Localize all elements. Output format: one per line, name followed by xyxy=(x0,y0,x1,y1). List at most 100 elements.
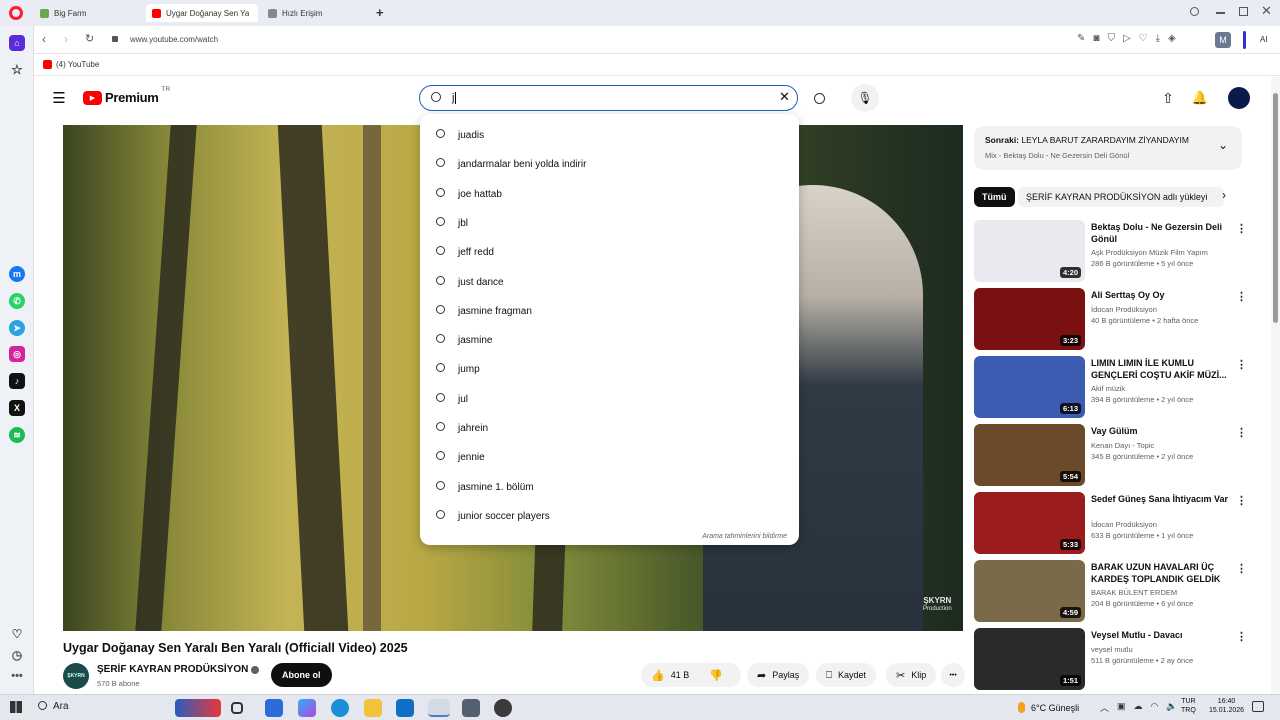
close-window-button[interactable]: ✕ xyxy=(1261,3,1272,19)
hamburger-menu-icon[interactable]: ☰ xyxy=(47,86,71,110)
upload-icon[interactable]: ⇧ xyxy=(1156,86,1180,110)
more-icon[interactable]: ••• xyxy=(9,668,25,684)
weather-widget[interactable]: 6°C Güneşli xyxy=(1018,702,1079,713)
youtube-logo[interactable]: ▶ Premium TR xyxy=(83,86,170,105)
news-widget-icon[interactable] xyxy=(175,699,221,717)
notification-center-icon[interactable] xyxy=(1252,701,1264,712)
search-suggestion[interactable]: jahrein xyxy=(420,414,799,443)
download-icon[interactable]: ⤓ xyxy=(1156,33,1160,44)
search-suggestion[interactable]: jasmine xyxy=(420,326,799,355)
more-options-icon[interactable]: ⋮ xyxy=(1236,630,1247,643)
bookmark-youtube[interactable]: (4) YouTube xyxy=(43,60,99,69)
opera-logo-icon[interactable] xyxy=(9,6,23,20)
telegram-icon[interactable]: ➤ xyxy=(9,320,25,336)
video-thumbnail[interactable]: 4:20 xyxy=(974,220,1085,282)
clip-button[interactable]: ✂ Klip xyxy=(886,663,937,687)
clear-search-icon[interactable]: ✕ xyxy=(779,89,790,105)
page-scrollbar[interactable] xyxy=(1271,77,1280,694)
search-suggestion[interactable]: jasmine 1. bölüm xyxy=(420,473,799,502)
recommendation-item[interactable]: 5:54 Vay Gülüm Kenan Dayı - Topic 345 B gör… xyxy=(974,424,1254,488)
app-icon[interactable] xyxy=(462,699,480,717)
clock[interactable]: 16:40 15.01.2026 xyxy=(1209,697,1244,715)
chevron-down-icon[interactable]: ⌄ xyxy=(1218,138,1228,152)
edit-icon[interactable]: ✎ xyxy=(1077,33,1085,44)
more-options-icon[interactable]: ⋮ xyxy=(1236,222,1247,235)
report-predictions-link[interactable]: Arama tahminlerini bildirme xyxy=(702,533,787,540)
chevron-right-icon[interactable]: › xyxy=(1222,188,1226,202)
tab-big-farm[interactable]: Big Farm xyxy=(34,4,142,22)
store-icon[interactable] xyxy=(265,699,283,717)
x-icon[interactable]: X xyxy=(9,400,25,416)
spotify-icon[interactable]: ≋ xyxy=(9,427,25,443)
language-indicator[interactable]: TUR TRQ xyxy=(1181,697,1196,715)
copilot-icon[interactable] xyxy=(298,699,316,717)
ai-button[interactable]: AI xyxy=(1260,35,1268,44)
search-suggestion[interactable]: jump xyxy=(420,355,799,384)
maximize-button[interactable] xyxy=(1239,7,1248,16)
back-icon[interactable]: ‹ xyxy=(42,32,46,46)
tray-cloud-icon[interactable]: ☁ xyxy=(1134,701,1143,714)
video-thumbnail[interactable]: 5:33 xyxy=(974,492,1085,554)
messenger-icon[interactable]: m xyxy=(9,266,25,282)
recommendation-item[interactable]: 1:51 Veysel Mutlu - Davacı veysel mutlu 511… xyxy=(974,628,1254,692)
extension-icon[interactable]: ◈ xyxy=(1168,33,1176,44)
reload-icon[interactable]: ↻ xyxy=(85,32,94,45)
opera-taskbar-icon[interactable] xyxy=(428,699,450,717)
volume-icon[interactable]: 🔈 xyxy=(1166,701,1177,714)
history-icon[interactable]: ◷ xyxy=(9,647,25,663)
channel-name[interactable]: ŞERİF KAYRAN PRODÜKSİYON xyxy=(97,664,260,675)
profile-avatar[interactable]: M xyxy=(1215,32,1231,48)
home-icon[interactable]: ⌂ xyxy=(9,35,25,51)
star-icon[interactable]: ☆ xyxy=(9,62,25,78)
tray-app-icon[interactable]: ▣ xyxy=(1117,701,1126,714)
search-suggestion[interactable]: just dance xyxy=(420,268,799,297)
search-suggestion[interactable]: jbl xyxy=(420,209,799,238)
account-avatar[interactable] xyxy=(1228,87,1250,109)
dislike-button[interactable]: 👎 xyxy=(709,669,723,682)
scrollbar-thumb[interactable] xyxy=(1273,93,1278,323)
play-icon[interactable]: ▷ xyxy=(1123,33,1131,44)
video-thumbnail[interactable]: 6:13 xyxy=(974,356,1085,418)
instagram-icon[interactable]: ◎ xyxy=(9,346,25,362)
whatsapp-icon[interactable]: ✆ xyxy=(9,293,25,309)
heart-outline-icon[interactable]: ♡ xyxy=(1139,33,1148,44)
notifications-bell-icon[interactable]: 🔔 xyxy=(1188,86,1212,110)
recommendation-item[interactable]: 4:20 Bektaş Dolu - Ne Gezersin Deli Gönül… xyxy=(974,220,1254,284)
search-suggestion[interactable]: joe hattab xyxy=(420,180,799,209)
more-options-icon[interactable]: ⋮ xyxy=(1236,426,1247,439)
search-box[interactable]: j ✕ xyxy=(419,85,798,111)
tab-hizli-erisim[interactable]: Hızlı Erişim xyxy=(262,4,362,22)
video-thumbnail[interactable]: 4:59 xyxy=(974,560,1085,622)
edge-icon[interactable] xyxy=(331,699,349,717)
video-thumbnail[interactable]: 5:54 xyxy=(974,424,1085,486)
tiktok-icon[interactable]: ♪ xyxy=(9,373,25,389)
search-suggestion[interactable]: jennie xyxy=(420,443,799,472)
more-options-icon[interactable]: ⋮ xyxy=(1236,562,1247,575)
recommendation-item[interactable]: 3:23 Ali Serttaş Oy Oy İdocan Prodüksiyon 4… xyxy=(974,288,1254,352)
wifi-icon[interactable]: ◠ xyxy=(1151,701,1159,714)
search-tabs-icon[interactable] xyxy=(1190,7,1199,16)
up-next-panel[interactable]: Sonraki: LEYLA BARUT ZARARDAYIM ZİYANDAY… xyxy=(974,126,1242,170)
forward-icon[interactable]: › xyxy=(64,32,68,46)
voice-search-button[interactable]: 🎙 xyxy=(851,84,879,112)
search-input[interactable]: j xyxy=(452,92,457,104)
outlook-icon[interactable] xyxy=(396,699,414,717)
start-button[interactable] xyxy=(10,701,22,713)
recommendation-item[interactable]: 6:13 LIMIN LIMIN İLE KUMLU GENÇLERİ COŞTU… xyxy=(974,356,1254,420)
video-thumbnail[interactable]: 1:51 xyxy=(974,628,1085,690)
url-field[interactable]: www.youtube.com/watch xyxy=(130,35,218,44)
taskbar-search[interactable]: Ara xyxy=(38,701,69,712)
more-options-icon[interactable]: ⋮ xyxy=(1236,358,1247,371)
search-suggestion[interactable]: junior soccer players xyxy=(420,502,799,531)
video-thumbnail[interactable]: 3:23 xyxy=(974,288,1085,350)
more-actions-button[interactable]: ••• xyxy=(941,663,965,687)
recommendation-item[interactable]: 4:59 BARAK UZUN HAVALARI ÜÇ KARDEŞ TOPLAN… xyxy=(974,560,1254,624)
recommendation-item[interactable]: 5:33 Sedef Güneş Sana İhtiyacım Var İdocan… xyxy=(974,492,1254,556)
channel-avatar[interactable]: ŞKYRN xyxy=(63,663,89,689)
search-suggestion[interactable]: jeff redd xyxy=(420,238,799,267)
more-options-icon[interactable]: ⋮ xyxy=(1236,290,1247,303)
task-view-icon[interactable] xyxy=(231,702,243,714)
search-button[interactable] xyxy=(802,85,836,111)
heart-icon[interactable]: ♡ xyxy=(9,626,25,642)
tab-youtube-video[interactable]: Uygar Doğanay Sen Ya xyxy=(146,4,258,22)
